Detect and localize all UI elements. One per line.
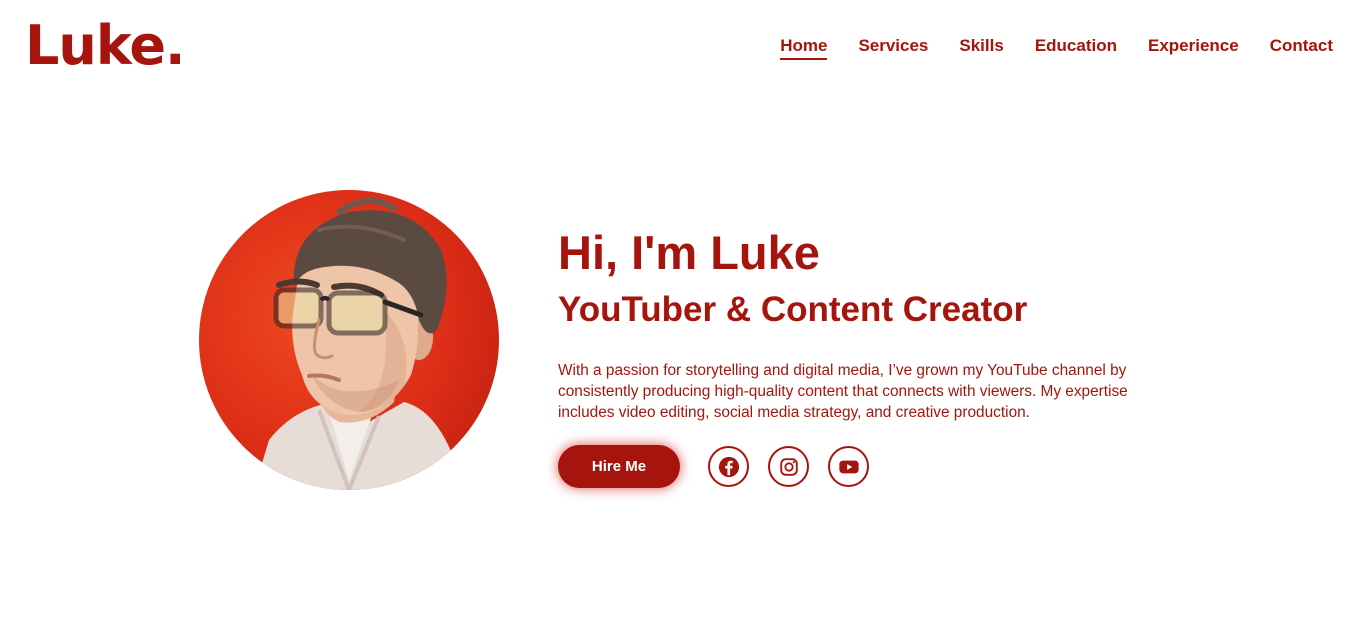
nav-item-skills[interactable]: Skills <box>959 36 1003 60</box>
hero-bio: With a passion for storytelling and digi… <box>558 362 1128 421</box>
youtube-link[interactable] <box>828 446 869 487</box>
profile-photo <box>199 190 499 490</box>
nav-item-contact[interactable]: Contact <box>1270 36 1333 60</box>
nav-item-education[interactable]: Education <box>1035 36 1117 60</box>
brand-logo[interactable]: Luke. <box>25 14 185 78</box>
hero-greeting: Hi, I'm Luke <box>558 226 820 279</box>
person-portrait-illustration <box>254 198 464 490</box>
facebook-link[interactable] <box>708 446 749 487</box>
hero-section: Hi, I'm Luke YouTuber & Content Creator … <box>558 226 1168 488</box>
facebook-icon <box>718 456 739 477</box>
youtube-icon <box>838 460 859 473</box>
instagram-link[interactable] <box>768 446 809 487</box>
instagram-icon <box>779 457 798 476</box>
main-nav: Home Services Skills Education Experienc… <box>780 36 1333 60</box>
nav-item-home[interactable]: Home <box>780 36 828 60</box>
hero-role: YouTuber & Content Creator <box>558 290 1028 329</box>
hire-me-button[interactable]: Hire Me <box>558 445 680 488</box>
nav-item-experience[interactable]: Experience <box>1148 36 1239 60</box>
nav-item-services[interactable]: Services <box>858 36 928 60</box>
hero-actions: Hire Me <box>558 445 1168 488</box>
